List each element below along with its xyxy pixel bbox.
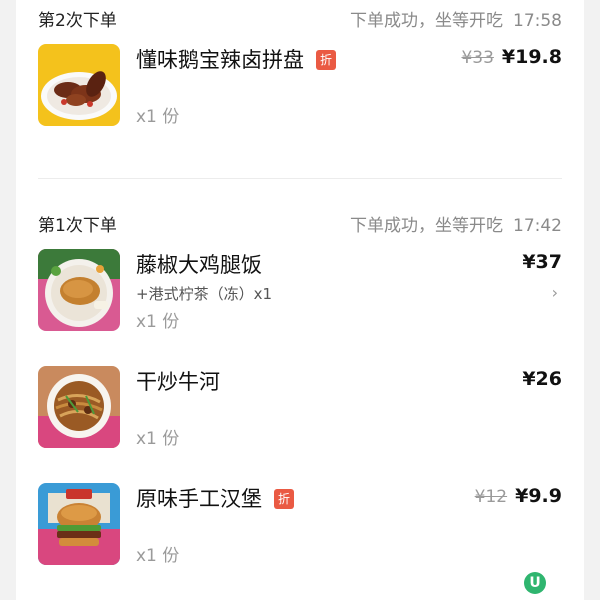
round-status: 下单成功，坐等开吃 17:42: [350, 211, 562, 236]
order-item-chicken-leg-rice[interactable]: 藤椒大鸡腿饭 +港式柠茶（冻）x1 x1 份 ¥37 ›: [16, 249, 584, 339]
dish-quantity: x1 份: [136, 107, 180, 127]
round-label: 第1次下单: [38, 216, 117, 236]
current-price: ¥19.8: [501, 46, 562, 68]
current-price: ¥26: [522, 368, 562, 390]
dish-quantity: x1 份: [136, 546, 180, 566]
discount-badge: 折: [316, 50, 336, 70]
round-status: 下单成功，坐等开吃 17:58: [350, 6, 562, 31]
dish-addon: +港式柠茶（冻）x1: [136, 285, 272, 303]
dish-image-chicken-leg-rice: [38, 249, 120, 331]
current-price: ¥37: [522, 251, 562, 273]
order-item-goose-platter[interactable]: 懂味鹅宝辣卤拼盘折 x1 份 ¥33 ¥19.8: [16, 44, 584, 134]
status-text: 下单成功，坐等开吃: [350, 216, 503, 236]
order-item-beef-ho-fun[interactable]: 干炒牛河 x1 份 ¥26: [16, 366, 584, 456]
section-divider: [38, 178, 562, 179]
dish-prices: ¥12 ¥9.9: [475, 485, 562, 507]
order-round-header: 第1次下单 下单成功，坐等开吃 17:42: [16, 205, 584, 239]
dish-name-text: 懂味鹅宝辣卤拼盘: [136, 48, 304, 72]
status-text: 下单成功，坐等开吃: [350, 11, 503, 31]
dish-prices: ¥26: [522, 368, 562, 390]
order-time: 17:42: [513, 216, 562, 236]
dish-prices: ¥33 ¥19.8: [461, 46, 562, 68]
dish-name: 干炒牛河: [136, 370, 220, 394]
chevron-right-icon[interactable]: ›: [552, 283, 558, 302]
dish-quantity: x1 份: [136, 312, 180, 332]
dish-name: 懂味鹅宝辣卤拼盘折: [136, 44, 336, 74]
order-item-handmade-burger[interactable]: 原味手工汉堡折 x1 份 ¥12 ¥9.9: [16, 483, 584, 573]
order-card: 第2次下单 下单成功，坐等开吃 17:58 懂味鹅宝辣卤拼盘折 x1 份 ¥33…: [16, 0, 584, 600]
order-round-2: 第2次下单 下单成功，坐等开吃 17:58 懂味鹅宝辣卤拼盘折 x1 份 ¥33…: [16, 0, 584, 180]
dish-name-text: 原味手工汉堡: [136, 487, 262, 511]
dish-image-handmade-burger: [38, 483, 120, 565]
current-price: ¥9.9: [515, 485, 562, 507]
dish-name: 藤椒大鸡腿饭: [136, 253, 262, 277]
dish-name: 原味手工汉堡折: [136, 483, 294, 513]
u-logo-icon[interactable]: U: [524, 572, 546, 594]
discount-badge: 折: [274, 489, 294, 509]
dish-image-beef-ho-fun: [38, 366, 120, 448]
round-label: 第2次下单: [38, 11, 117, 31]
original-price: ¥12: [474, 487, 508, 507]
dish-quantity: x1 份: [136, 429, 180, 449]
order-round-1: 第1次下单 下单成功，坐等开吃 17:42 藤椒大鸡腿饭 +港式柠茶（冻）x1 …: [16, 205, 584, 600]
dish-image-goose-platter: [38, 44, 120, 126]
order-time: 17:58: [513, 11, 562, 31]
original-price: ¥33: [461, 48, 494, 68]
dish-prices: ¥37: [522, 251, 562, 273]
order-round-header: 第2次下单 下单成功，坐等开吃 17:58: [16, 0, 584, 34]
